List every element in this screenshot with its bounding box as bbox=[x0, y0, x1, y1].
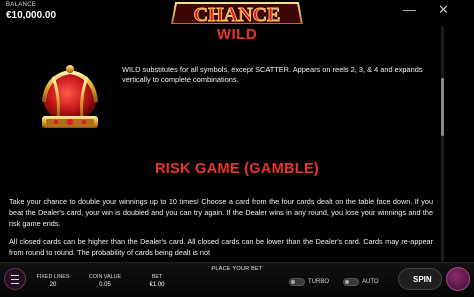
wild-section-title: WILD bbox=[216, 26, 258, 43]
bet-label: BET bbox=[151, 274, 163, 280]
close-button[interactable]: ✕ bbox=[438, 3, 449, 17]
turbo-toggle[interactable] bbox=[289, 278, 305, 286]
turbo-label: TURBO bbox=[308, 279, 329, 285]
risk-game-title: RISK GAME (GAMBLE) bbox=[154, 161, 320, 177]
balance-label: BALANCE bbox=[6, 2, 37, 8]
paytable-panel: WILD WILD substitutes for all symbols, e… bbox=[0, 26, 474, 262]
spin-button[interactable]: SPIN bbox=[398, 268, 442, 290]
risk-game-paragraph: Take your chance to double your winnings… bbox=[9, 197, 433, 228]
bottom-control-bar: FIXED LINES 20 COIN VALUE 0.05 BET €1.00… bbox=[0, 262, 474, 297]
crown-icon bbox=[42, 65, 98, 128]
menu-button[interactable] bbox=[4, 268, 26, 290]
place-bet-message: PLACE YOUR BET bbox=[211, 266, 263, 272]
scrollbar-thumb[interactable] bbox=[441, 78, 444, 136]
fixed-lines-value: 20 bbox=[49, 282, 57, 288]
bet-selector[interactable]: €1.00 bbox=[135, 282, 179, 288]
minimize-button[interactable]: — bbox=[403, 3, 416, 17]
top-bar: BALANCE €10,000.00 CHANCE — ✕ bbox=[0, 0, 474, 26]
menu-icon-line bbox=[11, 283, 19, 285]
brand-logo-icon bbox=[446, 267, 470, 291]
game-logo: CHANCE bbox=[170, 1, 304, 24]
scrollbar-track[interactable] bbox=[441, 26, 444, 262]
menu-icon-line bbox=[11, 279, 19, 281]
auto-label: AUTO bbox=[362, 279, 379, 285]
fixed-lines-label: FIXED LINES bbox=[36, 274, 70, 280]
balance-value: €10,000.00 bbox=[6, 10, 57, 21]
risk-game-paragraph: All closed cards can be higher than the … bbox=[9, 237, 433, 257]
logo-text: CHANCE bbox=[194, 4, 281, 24]
spin-label: SPIN bbox=[413, 275, 432, 284]
wild-description: WILD substitutes for all symbols, except… bbox=[122, 65, 423, 85]
auto-toggle[interactable] bbox=[343, 278, 359, 286]
menu-icon-line bbox=[11, 275, 19, 277]
coin-value-label: COIN VALUE bbox=[88, 274, 122, 280]
coin-value-selector[interactable]: 0.05 bbox=[83, 282, 127, 288]
